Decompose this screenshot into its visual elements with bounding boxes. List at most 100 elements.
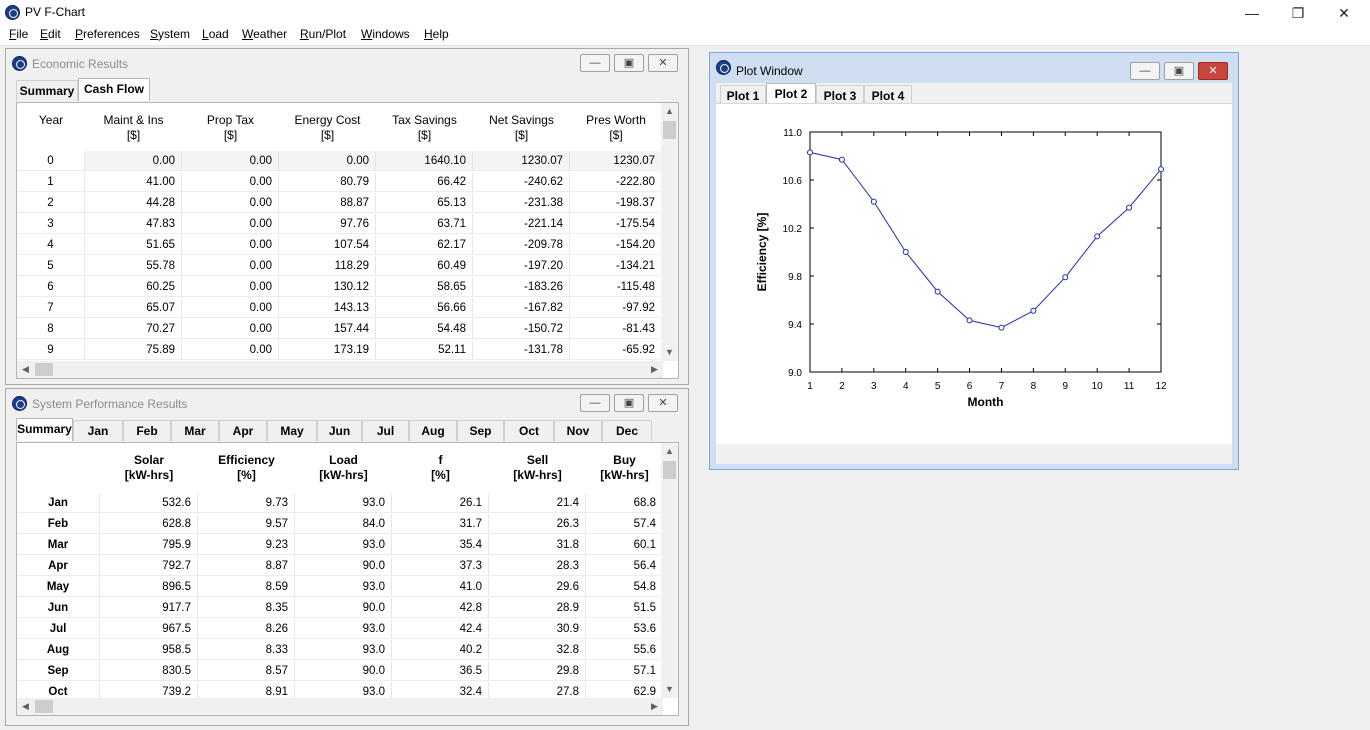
table-cell[interactable]: 8.87 — [198, 556, 295, 576]
table-cell[interactable]: 28.3 — [489, 556, 586, 576]
table-cell[interactable]: -97.92 — [570, 298, 662, 318]
table-cell[interactable]: 31.7 — [392, 514, 489, 534]
tab-cash-flow[interactable]: Cash Flow — [78, 78, 150, 101]
table-cell[interactable]: 68.8 — [586, 493, 663, 513]
column-header[interactable]: Sell [kW-hrs] — [489, 453, 586, 483]
table-cell[interactable]: 628.8 — [100, 514, 198, 534]
table-cell[interactable]: 792.7 — [100, 556, 198, 576]
table-cell[interactable]: 830.5 — [100, 661, 198, 681]
table-cell[interactable]: 60.49 — [376, 256, 473, 276]
column-header[interactable]: Pres Worth [$] — [570, 113, 662, 143]
table-cell[interactable]: 0.00 — [182, 298, 279, 318]
table-cell[interactable]: 107.54 — [279, 235, 376, 255]
close-icon[interactable]: ✕ — [1321, 2, 1367, 24]
table-cell[interactable]: -167.82 — [473, 298, 570, 318]
table-cell[interactable]: 37.3 — [392, 556, 489, 576]
table-cell[interactable]: 35.4 — [392, 535, 489, 555]
table-cell[interactable]: 42.8 — [392, 598, 489, 618]
table-cell[interactable]: 157.44 — [279, 319, 376, 339]
table-cell[interactable]: 97.76 — [279, 214, 376, 234]
table-cell[interactable]: 1230.07 — [473, 151, 570, 171]
table-cell[interactable]: 0.00 — [279, 151, 376, 171]
table-cell[interactable]: 93.0 — [295, 577, 392, 597]
tab-dec[interactable]: Dec — [602, 420, 652, 441]
year-cell[interactable]: 7 — [17, 298, 85, 318]
table-cell[interactable]: 51.65 — [85, 235, 182, 255]
table-cell[interactable]: 90.0 — [295, 661, 392, 681]
table-cell[interactable]: 93.0 — [295, 619, 392, 639]
table-cell[interactable]: -175.54 — [570, 214, 662, 234]
table-cell[interactable]: 26.3 — [489, 514, 586, 534]
maximize-icon[interactable]: ▣ — [614, 394, 644, 412]
table-cell[interactable]: 36.5 — [392, 661, 489, 681]
column-header[interactable]: Maint & Ins [$] — [85, 113, 182, 143]
table-cell[interactable]: 967.5 — [100, 619, 198, 639]
table-cell[interactable]: 41.0 — [392, 577, 489, 597]
table-cell[interactable]: 8.57 — [198, 661, 295, 681]
table-cell[interactable]: 0.00 — [182, 193, 279, 213]
table-cell[interactable]: 8.33 — [198, 640, 295, 660]
tab-mar[interactable]: Mar — [171, 420, 219, 441]
table-cell[interactable]: 42.4 — [392, 619, 489, 639]
year-cell[interactable]: 3 — [17, 214, 85, 234]
scroll-right-icon[interactable]: ▶ — [646, 698, 663, 715]
table-cell[interactable]: -154.20 — [570, 235, 662, 255]
table-cell[interactable]: 70.27 — [85, 319, 182, 339]
close-icon[interactable]: ✕ — [648, 54, 678, 72]
table-cell[interactable]: -209.78 — [473, 235, 570, 255]
table-cell[interactable]: 62.17 — [376, 235, 473, 255]
month-row-header[interactable]: Aug — [17, 640, 100, 660]
table-cell[interactable]: 30.9 — [489, 619, 586, 639]
table-cell[interactable]: 51.5 — [586, 598, 663, 618]
table-cell[interactable]: 65.07 — [85, 298, 182, 318]
scroll-down-icon[interactable]: ▼ — [661, 344, 678, 361]
column-header[interactable]: Prop Tax [$] — [182, 113, 279, 143]
table-cell[interactable]: 90.0 — [295, 598, 392, 618]
table-cell[interactable]: 54.8 — [586, 577, 663, 597]
table-cell[interactable]: -183.26 — [473, 277, 570, 297]
table-cell[interactable]: 9.73 — [198, 493, 295, 513]
table-cell[interactable]: -221.14 — [473, 214, 570, 234]
year-cell[interactable]: 0 — [17, 151, 85, 171]
table-cell[interactable]: 8.59 — [198, 577, 295, 597]
table-cell[interactable]: 93.0 — [295, 640, 392, 660]
table-cell[interactable]: 28.9 — [489, 598, 586, 618]
table-cell[interactable]: 44.28 — [85, 193, 182, 213]
table-cell[interactable]: 0.00 — [182, 277, 279, 297]
table-cell[interactable]: -198.37 — [570, 193, 662, 213]
table-cell[interactable]: 143.13 — [279, 298, 376, 318]
table-cell[interactable]: 21.4 — [489, 493, 586, 513]
economic-results-titlebar[interactable]: Economic Results — ▣ ✕ — [6, 49, 688, 75]
month-row-header[interactable]: May — [17, 577, 100, 597]
scroll-up-icon[interactable]: ▲ — [661, 443, 678, 460]
table-cell[interactable]: 958.5 — [100, 640, 198, 660]
tab-may[interactable]: May — [267, 420, 317, 441]
close-icon[interactable]: ✕ — [1198, 62, 1228, 80]
table-cell[interactable]: 0.00 — [182, 214, 279, 234]
table-cell[interactable]: 8.26 — [198, 619, 295, 639]
table-cell[interactable]: 80.79 — [279, 172, 376, 192]
table-cell[interactable]: -134.21 — [570, 256, 662, 276]
table-cell[interactable]: 40.2 — [392, 640, 489, 660]
month-row-header[interactable]: Sep — [17, 661, 100, 681]
menu-file[interactable]: File — [9, 27, 28, 41]
economic-results-window[interactable]: Economic Results — ▣ ✕ Summary Cash Flow… — [5, 48, 689, 385]
year-cell[interactable]: 4 — [17, 235, 85, 255]
close-icon[interactable]: ✕ — [648, 394, 678, 412]
tab-summary[interactable]: Summary — [16, 418, 73, 441]
table-cell[interactable]: 93.0 — [295, 493, 392, 513]
table-cell[interactable]: 1640.10 — [376, 151, 473, 171]
table-cell[interactable]: 9.57 — [198, 514, 295, 534]
tab-oct[interactable]: Oct — [504, 420, 554, 441]
table-cell[interactable]: 0.00 — [182, 340, 279, 360]
table-cell[interactable]: 58.65 — [376, 277, 473, 297]
table-cell[interactable]: 88.87 — [279, 193, 376, 213]
vertical-scrollbar[interactable]: ▲ ▼ — [661, 443, 678, 698]
horizontal-scrollbar[interactable]: ◀ ▶ — [17, 698, 663, 715]
table-cell[interactable]: 0.00 — [182, 172, 279, 192]
column-header[interactable]: Net Savings [$] — [473, 113, 570, 143]
table-cell[interactable]: 84.0 — [295, 514, 392, 534]
table-cell[interactable]: 41.00 — [85, 172, 182, 192]
table-cell[interactable]: -65.92 — [570, 340, 662, 360]
table-cell[interactable]: 60.1 — [586, 535, 663, 555]
